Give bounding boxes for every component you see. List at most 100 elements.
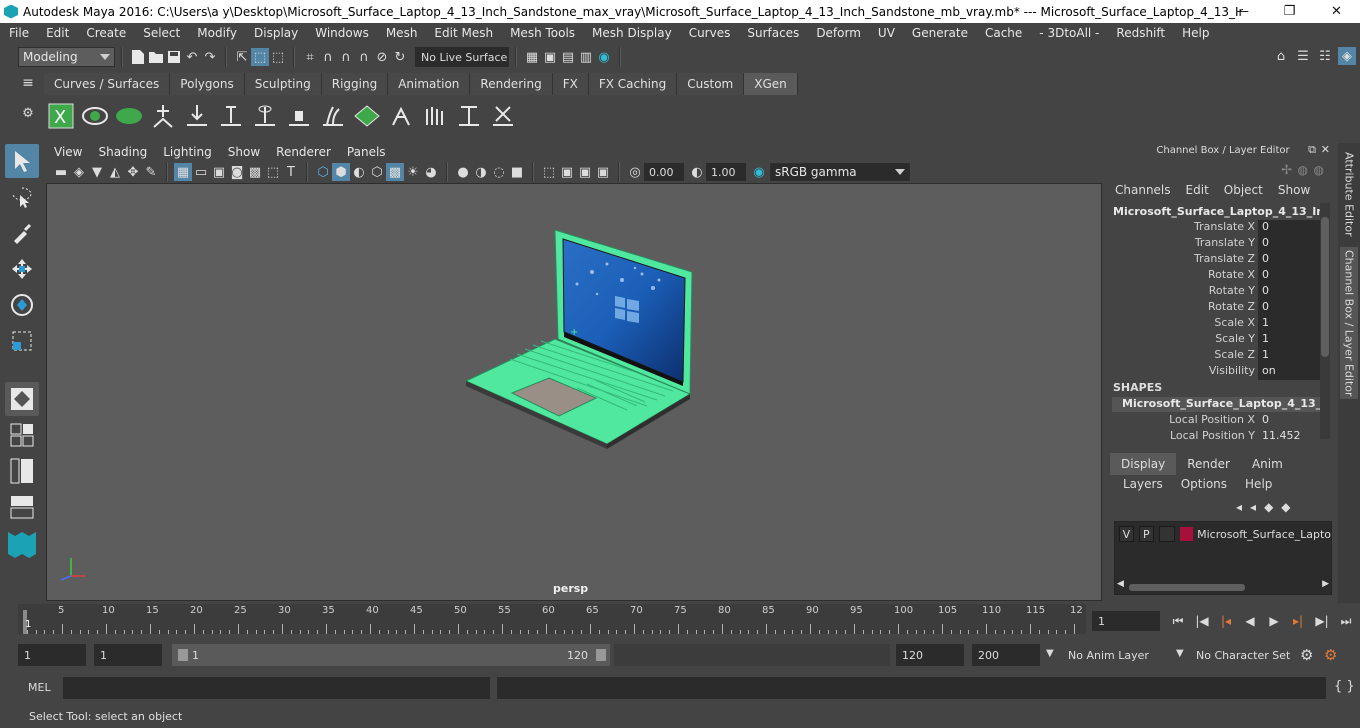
play-forwards-icon[interactable]: ▶ (1262, 614, 1286, 628)
tab-polygons[interactable]: Polygons (170, 73, 245, 95)
selected-object-name[interactable]: Microsoft_Surface_Laptop_4_13_Inch_... (1113, 205, 1323, 218)
tab-sculpting[interactable]: Sculpting (244, 73, 322, 95)
layer-menu-options[interactable]: Options (1172, 477, 1236, 491)
snap-surface-icon[interactable]: ⊘ (373, 48, 391, 66)
color-space-dropdown[interactable]: sRGB gamma (770, 163, 910, 181)
textured-icon[interactable]: ▩ (386, 163, 404, 181)
attr-translate-y[interactable]: Translate Y0 (1108, 236, 1322, 252)
guide-length-icon[interactable] (248, 98, 282, 134)
attr-scale-z[interactable]: Scale Z1 (1108, 348, 1322, 364)
add-guide-icon[interactable] (180, 98, 214, 134)
screen-space-ao-icon[interactable]: ● (454, 163, 472, 181)
use-all-lights-icon[interactable]: ☀ (404, 163, 422, 181)
exposure-field[interactable]: 0.00 (644, 163, 684, 181)
snap-point-icon[interactable]: ∩ (337, 48, 355, 66)
place-guide-icon[interactable] (146, 98, 180, 134)
menu-cache[interactable]: Cache (976, 26, 1030, 40)
mel-input[interactable] (63, 677, 490, 699)
channel-menu-channels[interactable]: Channels (1108, 183, 1179, 197)
xgen-library-icon[interactable] (112, 98, 146, 134)
step-back-key-icon[interactable]: |◂ (1214, 614, 1238, 628)
menu-deform[interactable]: Deform (807, 26, 869, 40)
playback-end-field[interactable]: 120 (896, 644, 964, 666)
viewport-menu-lighting[interactable]: Lighting (155, 145, 220, 159)
move-tool-icon[interactable] (5, 252, 39, 286)
attr-value[interactable]: on (1258, 364, 1320, 380)
attr-value[interactable]: 0 (1258, 252, 1320, 268)
step-forward-key-icon[interactable]: ▸| (1286, 614, 1310, 628)
attr-value[interactable]: 0 (1258, 413, 1320, 429)
tab-rendering[interactable]: Rendering (470, 73, 553, 95)
attr-value[interactable]: 0 (1258, 300, 1320, 316)
tab-curves-surfaces[interactable]: Curves / Surfaces (44, 73, 171, 95)
speed-icon[interactable]: ◍ (1298, 163, 1308, 177)
tab-render-layers[interactable]: Render (1176, 453, 1241, 475)
scrollbar-thumb[interactable] (1321, 217, 1329, 357)
attr-translate-x[interactable]: Translate X0 (1108, 220, 1322, 236)
scale-tool-icon[interactable] (5, 324, 39, 358)
safe-action-icon[interactable]: ⬚ (264, 163, 282, 181)
laptop-model[interactable]: + (47, 184, 1102, 601)
channel-menu-edit[interactable]: Edit (1179, 183, 1217, 197)
attr-rotate-y[interactable]: Rotate Y0 (1108, 284, 1322, 300)
film-gate-icon[interactable]: ▭ (192, 163, 210, 181)
character-set-menu-icon[interactable]: ▼ (1176, 648, 1184, 659)
tool-settings-toggle-icon[interactable]: ☷ (1316, 47, 1334, 65)
float-panel-icon[interactable]: ⧉ (1308, 143, 1316, 157)
select-component-icon[interactable]: ⬚ (269, 48, 287, 66)
layer-display-type[interactable] (1158, 526, 1176, 542)
new-scene-icon[interactable] (129, 48, 147, 66)
select-object-icon[interactable]: ⬚ (251, 48, 269, 66)
guide-lock-icon[interactable] (282, 98, 316, 134)
menu-generate[interactable]: Generate (903, 26, 976, 40)
scroll-left-icon[interactable]: ◀ (1117, 579, 1124, 589)
viewport-menu-shading[interactable]: Shading (90, 145, 155, 159)
redo-icon[interactable]: ↷ (201, 48, 219, 66)
motion-blur-icon[interactable]: ◑ (472, 163, 490, 181)
hyper-icon[interactable]: ◍ (1314, 163, 1324, 177)
range-start-handle[interactable] (178, 649, 188, 661)
tab-channel-box-layer-editor[interactable]: Channel Box / Layer Editor (1340, 247, 1358, 399)
exposure-icon[interactable]: ◎ (626, 163, 644, 181)
attr-value[interactable]: 0 (1258, 220, 1320, 236)
script-editor-icon[interactable]: { } (1334, 679, 1355, 694)
maximize-button[interactable]: ❐ (1266, 0, 1313, 23)
gamma-field[interactable]: 1.00 (706, 163, 746, 181)
menu-3dtoall[interactable]: - 3DtoAll - (1030, 26, 1107, 40)
move-layer-up-icon[interactable]: ◂ (1236, 500, 1242, 514)
image-plane-icon[interactable]: ◭ (106, 163, 124, 181)
outliner-layout-icon[interactable] (5, 454, 39, 488)
menu-create[interactable]: Create (77, 26, 134, 40)
modeling-toolkit-icon[interactable]: ⌂ (1272, 47, 1290, 65)
paint-select-tool-icon[interactable] (5, 216, 39, 250)
maya-home-icon[interactable] (5, 528, 39, 561)
attr-value[interactable]: 1 (1258, 332, 1320, 348)
hypershade-icon[interactable]: ◉ (595, 48, 613, 66)
wireframe-on-shaded-icon[interactable]: ⬡ (368, 163, 386, 181)
xray-icon[interactable]: ▣ (558, 163, 576, 181)
layer-list-hscroll[interactable]: ◀ ▶ (1117, 579, 1329, 592)
render-frame-icon[interactable]: ▣ (541, 48, 559, 66)
menu-edit[interactable]: Edit (37, 26, 77, 40)
gamma-icon[interactable]: ◐ (688, 163, 706, 181)
animation-preferences-icon[interactable]: ⚙ (1324, 646, 1337, 664)
two-d-pan-icon[interactable]: ✥ (124, 163, 142, 181)
anim-layer-field[interactable]: No Anim Layer (1062, 644, 1164, 666)
animation-end-field[interactable]: 200 (972, 644, 1040, 666)
channel-menu-object[interactable]: Object (1217, 183, 1271, 197)
new-layer-icon[interactable]: ◆ (1264, 500, 1273, 514)
shadows-icon[interactable]: ◕ (422, 163, 440, 181)
gate-mask-icon[interactable]: ◙ (228, 163, 246, 181)
wireframe-icon[interactable]: ⬡ (314, 163, 332, 181)
shelf-settings-icon[interactable]: ⚙ (16, 93, 40, 133)
menu-edit-mesh[interactable]: Edit Mesh (425, 26, 501, 40)
scrollbar-thumb[interactable] (1129, 584, 1245, 591)
smooth-shade-icon[interactable]: ⬢ (332, 163, 350, 181)
select-camera-icon[interactable]: ▬ (52, 163, 70, 181)
tab-anim-layers[interactable]: Anim (1240, 453, 1294, 475)
ipr-render-icon[interactable]: ▤ (559, 48, 577, 66)
safe-title-icon[interactable]: T (282, 163, 300, 181)
layer-name[interactable]: Microsoft_Surface_Lapto (1197, 528, 1331, 541)
render-history-icon[interactable]: ▦ (523, 48, 541, 66)
step-back-frame-icon[interactable]: |◀ (1190, 614, 1214, 628)
